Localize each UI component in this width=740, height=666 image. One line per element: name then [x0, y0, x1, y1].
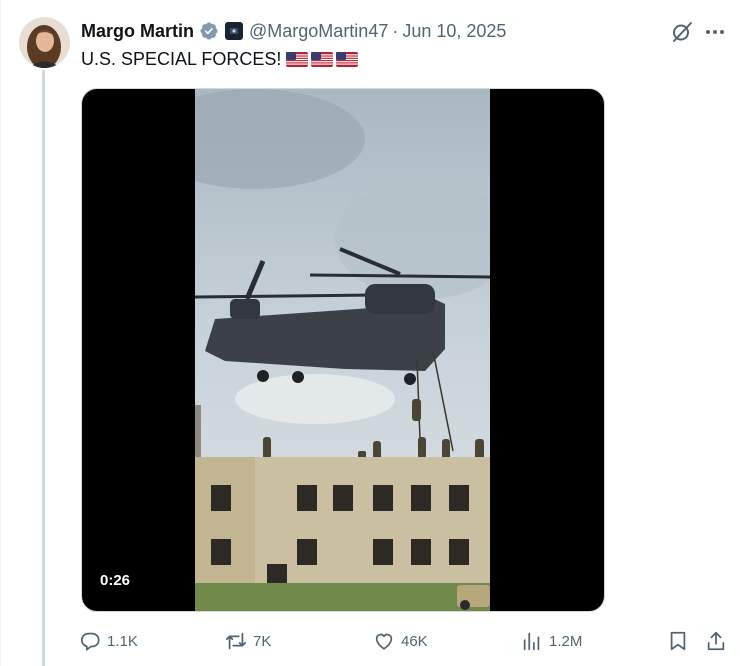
tweet[interactable]: Margo Martin @MargoMartin47 · Jun 10, 20…	[0, 0, 740, 666]
video-player[interactable]: 0:26	[81, 88, 605, 612]
header-separator: ·	[392, 20, 399, 41]
share-button[interactable]	[705, 626, 727, 656]
views-icon	[523, 632, 540, 651]
reply-icon	[80, 632, 100, 651]
like-icon	[375, 633, 393, 650]
avatar[interactable]	[19, 17, 70, 68]
author-name[interactable]: Margo Martin	[81, 21, 194, 42]
author-handle[interactable]: @MargoMartin47	[249, 21, 388, 42]
view-count: 1.2M	[549, 632, 583, 650]
us-flag-icon	[311, 52, 334, 67]
tweet-text: U.S. SPECIAL FORCES!	[81, 49, 359, 70]
grok-icon[interactable]	[670, 20, 694, 44]
repost-icon	[225, 632, 247, 650]
like-button[interactable]: 46K	[373, 626, 428, 656]
verified-badge-icon[interactable]	[199, 21, 219, 41]
video-duration: 0:26	[100, 572, 131, 589]
tweet-text-body: U.S. SPECIAL FORCES!	[81, 49, 282, 69]
reply-count: 1.1K	[107, 632, 138, 650]
repost-button[interactable]: 7K	[225, 626, 271, 656]
us-flag-icon	[336, 52, 359, 67]
views-button[interactable]: 1.2M	[521, 626, 582, 656]
affiliation-badge-icon[interactable]	[225, 22, 244, 40]
repost-count: 7K	[253, 632, 272, 650]
tweet-header: Margo Martin @MargoMartin47 · Jun 10, 20…	[81, 19, 650, 43]
share-icon	[707, 631, 725, 651]
reply-button[interactable]: 1.1K	[79, 626, 138, 656]
bookmark-icon	[670, 631, 686, 651]
tweet-actions: 1.1K 7K 46K 1.2M	[79, 626, 739, 656]
thread-line	[42, 70, 45, 666]
like-count: 46K	[401, 632, 428, 650]
tweet-date[interactable]: Jun 10, 2025	[402, 21, 506, 42]
us-flag-icon	[286, 52, 309, 67]
video-thumbnail[interactable]	[195, 89, 490, 612]
more-icon[interactable]	[703, 20, 727, 44]
bookmark-button[interactable]	[667, 626, 689, 656]
